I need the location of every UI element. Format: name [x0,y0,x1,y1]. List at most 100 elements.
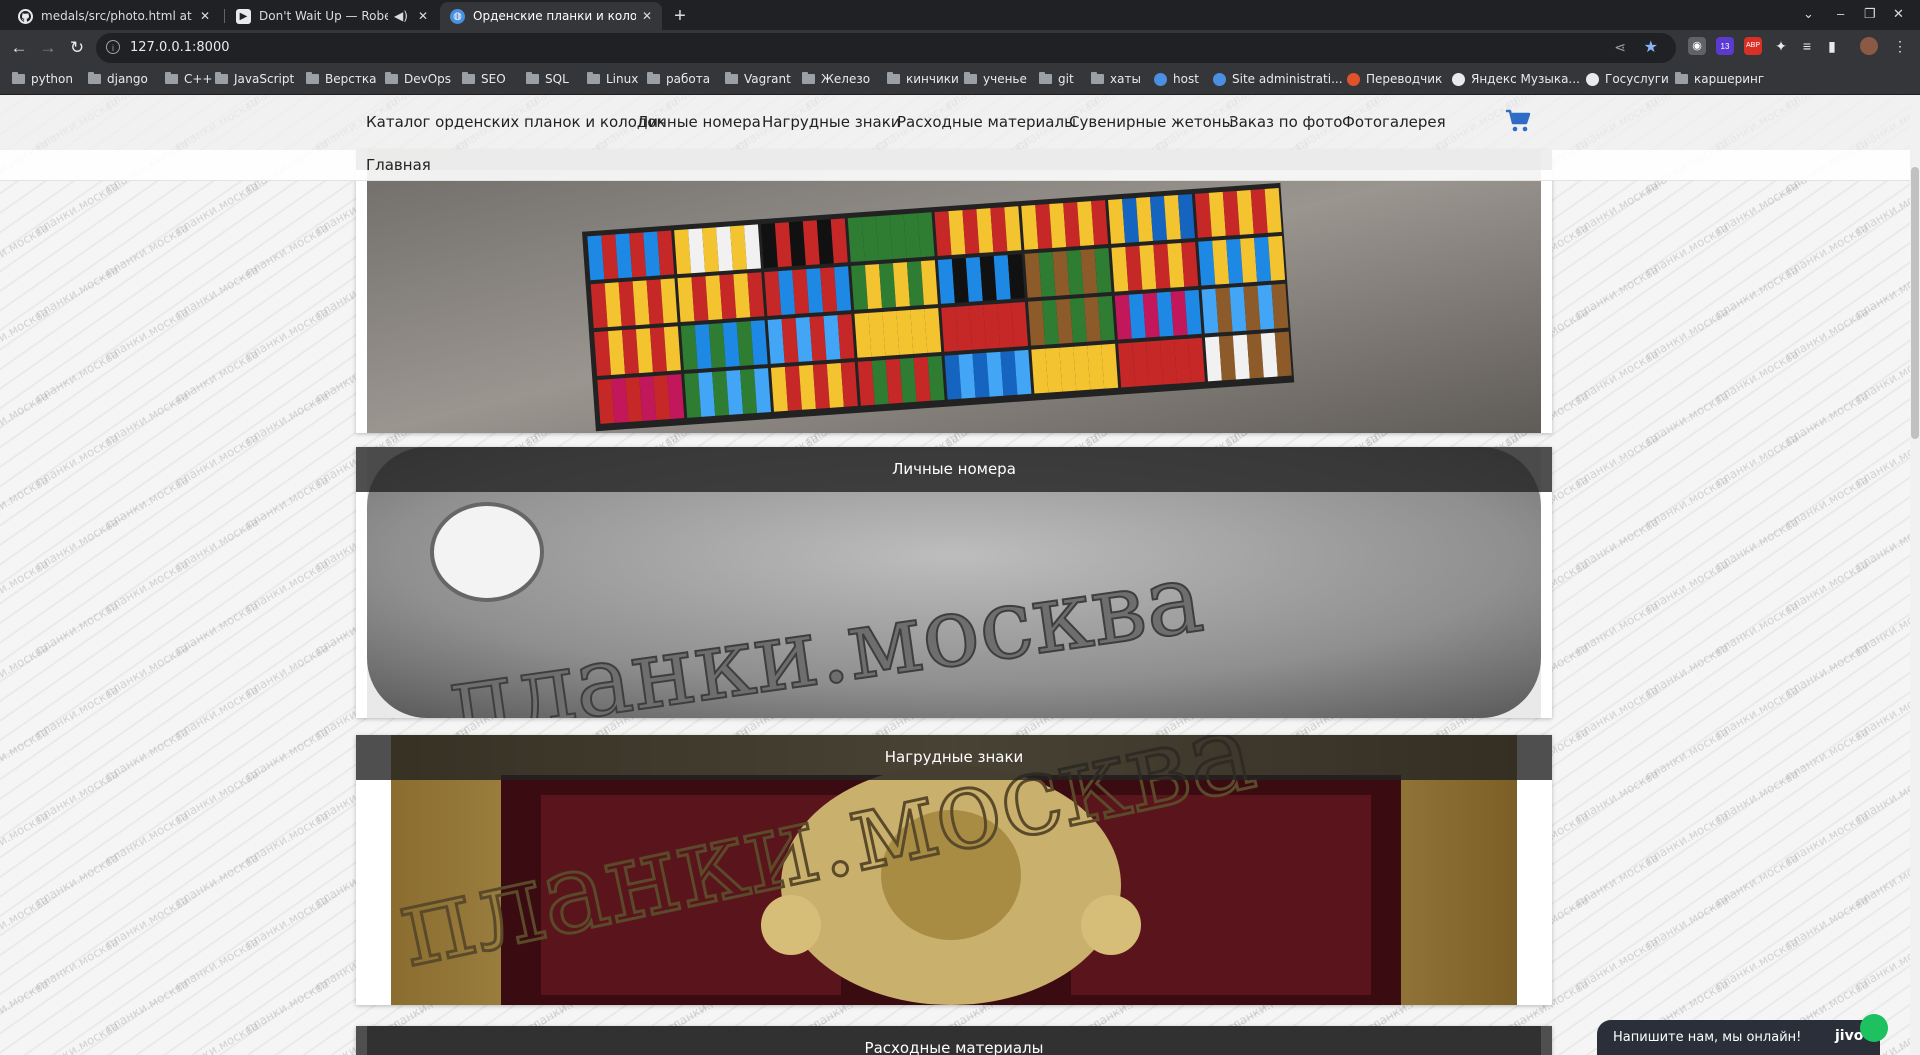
page-viewport: планки.москва планки.москва планки.москва п… [0,95,1920,1055]
bookmark-0[interactable]: python [12,72,73,86]
menu-kebab-icon[interactable]: ⋮ [1891,37,1909,55]
nav-breast-badges[interactable]: Нагрудные знаки [762,113,901,131]
bookmark-4[interactable]: Верстка [306,72,376,86]
bookmark-star-icon[interactable]: ★ [1644,37,1658,57]
site-favicon-icon [1154,72,1167,86]
close-icon[interactable]: ✕ [200,9,210,23]
nav-materials[interactable]: Расходные материалы [897,113,1076,131]
bookmark-label: хаты [1110,72,1141,86]
extensions-puzzle-icon[interactable]: ✦ [1772,37,1790,55]
bookmark-19[interactable]: Яндекс Музыка... [1452,72,1580,86]
bookmark-10[interactable]: Vagrant [725,72,791,86]
browser-tab-strip: medals/src/photo.html at ma ✕ ▶ Don't Wa… [0,0,1920,30]
bookmark-6[interactable]: SEO [462,72,506,86]
bookmark-15[interactable]: хаты [1091,72,1141,86]
bookmark-label: C++ [184,72,213,86]
bookmark-3[interactable]: JavaScript [215,72,294,86]
site-navbar: Каталог орденских планок и колодок Личны… [0,95,1910,150]
share-icon[interactable]: ⋖ [1614,39,1626,56]
close-icon[interactable]: ✕ [418,9,428,23]
nav-photo-order[interactable]: Заказ по фото [1229,113,1342,131]
nav-gallery[interactable]: Фотогалерея [1342,113,1446,131]
site-info-icon[interactable]: i [106,40,120,54]
restore-button[interactable]: ❐ [1864,6,1876,22]
bookmark-17[interactable]: Site administrati... [1213,72,1343,86]
tab-title: medals/src/photo.html at ma [41,9,194,23]
screenshot-extension-icon[interactable]: ◉ [1688,37,1706,55]
tab-music[interactable]: ▶ Don't Wait Up — Robert ◀) ✕ [226,2,438,30]
category-card-materials[interactable]: Расходные материалы [356,1026,1552,1055]
minimize-button[interactable]: – [1837,6,1844,21]
tab-title: Орденские планки и колод [473,9,636,23]
folder-icon [587,72,600,84]
category-card-breast-badges[interactable]: планки.москва Нагрудные знаки [356,735,1552,1005]
bookmark-9[interactable]: работа [647,72,710,86]
folder-icon [306,72,319,84]
reload-icon[interactable]: ↻ [66,37,88,59]
bookmark-11[interactable]: Железо [802,72,870,86]
folder-icon [526,72,539,84]
bookmark-1[interactable]: django [88,72,148,86]
url-text[interactable]: 127.0.0.1:8000 [130,40,230,55]
github-icon [18,8,33,24]
jivo-logo: jivo [1835,1028,1864,1044]
bookmark-13[interactable]: ученье [964,72,1027,86]
folder-icon [1091,72,1104,84]
adblock-extension-icon[interactable]: ABP [1744,37,1762,55]
media-controls-icon[interactable]: ≡ [1798,37,1816,55]
nav-personal-numbers[interactable]: Личные номера [637,113,761,131]
back-icon[interactable]: ← [8,37,30,59]
folder-icon [12,72,25,84]
folder-icon [385,72,398,84]
breadcrumb-home[interactable]: Главная [366,156,431,174]
folder-icon [647,72,660,84]
bookmark-18[interactable]: Переводчик [1347,72,1442,86]
address-bar[interactable]: i 127.0.0.1:8000 ⋖ ★ [96,33,1676,63]
tab-github[interactable]: medals/src/photo.html at ma ✕ [8,2,220,30]
bookmark-8[interactable]: Linux [587,72,638,86]
bookmark-label: git [1058,72,1074,86]
nav-catalog[interactable]: Каталог орденских планок и колодок [366,113,666,131]
nav-souvenir-tokens[interactable]: Сувенирные жетоны [1069,113,1233,131]
bookmark-2[interactable]: C++ [165,72,213,86]
tab-active-site[interactable]: ◍ Орденские планки и колод ✕ [440,2,662,30]
folder-icon [165,72,178,84]
close-icon[interactable]: ✕ [642,9,652,23]
bookmark-7[interactable]: SQL [526,72,569,86]
forward-icon[interactable]: → [37,37,59,59]
extension-icon[interactable]: 13 [1716,37,1734,55]
extension-badge: 13 [1720,42,1730,51]
globe-icon: ◍ [450,8,465,24]
card-caption: Расходные материалы [356,1026,1552,1055]
bookmark-label: python [31,72,73,86]
bookmark-label: Vagrant [744,72,791,86]
bookmark-label: работа [666,72,711,86]
bookmark-label: django [107,72,148,86]
card-caption: Нагрудные знаки [356,735,1552,780]
site-favicon-icon [1586,72,1599,86]
bookmark-16[interactable]: host [1154,72,1199,86]
new-tab-button[interactable]: + [668,4,692,28]
bookmark-12[interactable]: кинчики [887,72,959,86]
chat-widget[interactable]: Напишите нам, мы онлайн! jivo [1597,1014,1888,1055]
bookmark-21[interactable]: каршеринг [1675,72,1764,86]
side-panel-icon[interactable]: ▮ [1823,37,1841,55]
breadcrumb: Главная [0,150,1910,181]
profile-avatar[interactable] [1860,37,1878,55]
category-card-ribbon-bars[interactable] [356,150,1552,433]
bookmark-14[interactable]: git [1039,72,1074,86]
bookmark-label: Linux [606,72,639,86]
cart-icon[interactable] [1505,109,1531,133]
bookmark-label: Site administrati... [1232,72,1343,86]
card-caption: Личные номера [356,447,1552,492]
bookmark-5[interactable]: DevOps [385,72,451,86]
site-favicon-icon [1452,72,1465,86]
bookmark-label: SQL [545,72,569,86]
scrollbar-thumb[interactable] [1911,167,1919,439]
bookmark-20[interactable]: Госуслуги [1586,72,1669,86]
category-card-personal-numbers[interactable]: планки.москва Личные номера [356,447,1552,718]
bookmark-label: SEO [481,72,506,86]
close-window-button[interactable]: ✕ [1893,6,1904,22]
speaker-icon[interactable]: ◀) [394,9,408,23]
tab-search-chevron-icon[interactable]: ⌄ [1803,6,1814,22]
